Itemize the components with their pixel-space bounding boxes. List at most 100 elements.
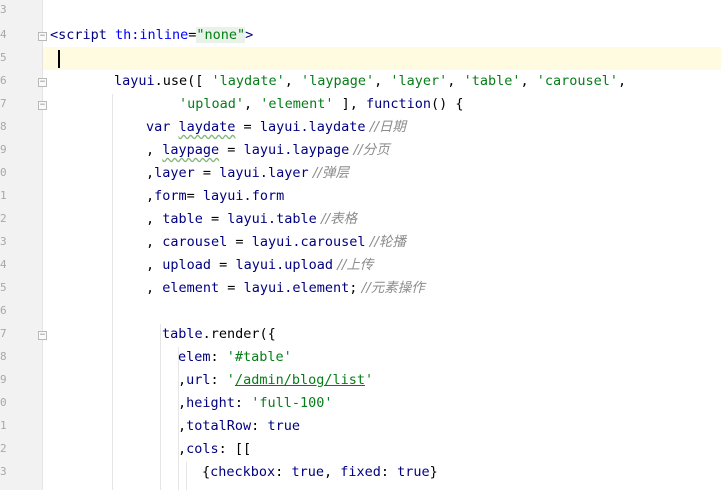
- punctuation: ,: [323, 464, 341, 480]
- variable: table: [162, 211, 203, 227]
- url-link[interactable]: /admin/blog/list: [235, 372, 365, 388]
- method: .use([: [154, 73, 212, 89]
- variable: laydate: [178, 119, 236, 135]
- punctuation: ,: [178, 441, 187, 457]
- expression: layui.layer: [219, 165, 309, 181]
- punctuation: }: [429, 464, 438, 480]
- identifier: table: [162, 326, 203, 342]
- string-literal: 'layer': [390, 73, 448, 89]
- punctuation: ,: [178, 418, 187, 434]
- code-editor[interactable]: <script th:inline="none"> layui.use([ 'l…: [43, 0, 721, 490]
- property-key: height: [186, 395, 235, 411]
- line-number: 4: [0, 28, 7, 41]
- identifier: layui: [114, 73, 155, 89]
- string-literal: 'upload': [179, 96, 245, 112]
- comment: //上传: [332, 257, 374, 273]
- punctuation: ,: [146, 165, 155, 181]
- punctuation: ,: [146, 257, 163, 273]
- current-line-highlight: [43, 47, 721, 70]
- property-key: elem: [178, 349, 211, 365]
- punctuation: ,: [618, 73, 627, 89]
- punctuation: ,: [284, 73, 301, 89]
- code-line: table.render({: [162, 323, 276, 346]
- html-attribute: th:inline: [115, 27, 189, 43]
- code-line: ,height: 'full-100': [178, 392, 332, 415]
- line-number: 9: [0, 373, 7, 386]
- line-number: 0: [0, 396, 7, 409]
- line-number: 0: [0, 166, 7, 179]
- punctuation: ,: [146, 142, 163, 158]
- expression: layui.table: [227, 211, 317, 227]
- line-number: 3: [0, 465, 7, 478]
- html-tag: <script: [50, 27, 107, 43]
- variable: layer: [154, 165, 195, 181]
- indent-guide: [186, 462, 187, 490]
- string-literal: 'table': [463, 73, 521, 89]
- punctuation: ,: [447, 73, 464, 89]
- code-line: ,layer = layui.layer //弹层: [146, 162, 349, 185]
- punctuation: ,: [146, 280, 163, 296]
- punctuation: () {: [431, 96, 464, 112]
- property-key: cols: [186, 441, 219, 457]
- code-line: ,totalRow: true: [178, 415, 300, 438]
- line-number: 5: [0, 281, 7, 294]
- line-number: 5: [0, 51, 7, 64]
- property-key: checkbox: [210, 464, 276, 480]
- variable: element: [162, 280, 220, 296]
- code-line: , upload = layui.upload //上传: [146, 254, 373, 277]
- string-literal: 'element': [260, 96, 334, 112]
- code-line: ,cols: [[: [178, 438, 251, 461]
- line-number: 2: [0, 212, 7, 225]
- code-line: , laypage = layui.laypage //分页: [146, 139, 390, 162]
- line-number: 1: [0, 419, 7, 432]
- expression: layui.carousel: [251, 234, 366, 250]
- property-key: url: [186, 372, 211, 388]
- line-number: 7: [0, 327, 7, 340]
- code-line: ,url: '/admin/blog/list': [178, 369, 373, 392]
- line-number-gutter: 3 4 5 6 7 8 9 0 1 2 3 4 5 6 7 8 9 0 1 2 …: [0, 0, 43, 490]
- punctuation: ,: [146, 188, 155, 204]
- boolean-literal: true: [397, 464, 430, 480]
- line-number: 9: [0, 143, 7, 156]
- indent-guide: [160, 324, 161, 490]
- punctuation: :: [210, 349, 227, 365]
- text-caret: [58, 50, 60, 68]
- comment: //弹层: [308, 165, 349, 181]
- operator: =: [211, 257, 236, 273]
- keyword: function: [365, 96, 431, 112]
- operator: =: [219, 280, 244, 296]
- quote: ': [364, 372, 374, 388]
- variable: upload: [162, 257, 212, 273]
- code-line: , element = layui.element; //元素操作: [146, 277, 425, 300]
- expression: layui.laypage: [243, 142, 350, 158]
- string-literal: '#table': [226, 349, 292, 365]
- comment: //表格: [316, 211, 358, 227]
- method: .render: [202, 326, 260, 342]
- indent-guide: [112, 94, 113, 490]
- punctuation: ],: [333, 96, 366, 112]
- punctuation: :: [234, 395, 252, 411]
- expression: layui.laydate: [259, 119, 366, 135]
- quote: ': [226, 372, 235, 388]
- punctuation: :: [380, 464, 398, 480]
- punctuation: ,: [178, 372, 187, 388]
- variable: carousel: [162, 234, 228, 250]
- string-literal: 'laypage': [300, 73, 375, 89]
- operator: =: [219, 142, 244, 158]
- string-literal: 'full-100': [251, 395, 333, 411]
- expression: layui.upload: [235, 257, 333, 273]
- code-line: <script th:inline="none">: [50, 24, 253, 47]
- punctuation: ,: [146, 211, 163, 227]
- variable: laypage: [162, 142, 220, 158]
- line-number: 8: [0, 120, 7, 133]
- punctuation: ,: [146, 234, 163, 250]
- expression: layui.element: [243, 280, 350, 296]
- property-key: fixed: [340, 464, 381, 480]
- comment: //轮播: [365, 234, 406, 250]
- code-line: elem: '#table': [178, 346, 292, 369]
- operator: =: [202, 211, 228, 227]
- property-key: totalRow: [186, 418, 252, 434]
- line-number: 4: [0, 258, 7, 271]
- tag-close: >: [245, 27, 254, 43]
- operator: =: [235, 119, 260, 135]
